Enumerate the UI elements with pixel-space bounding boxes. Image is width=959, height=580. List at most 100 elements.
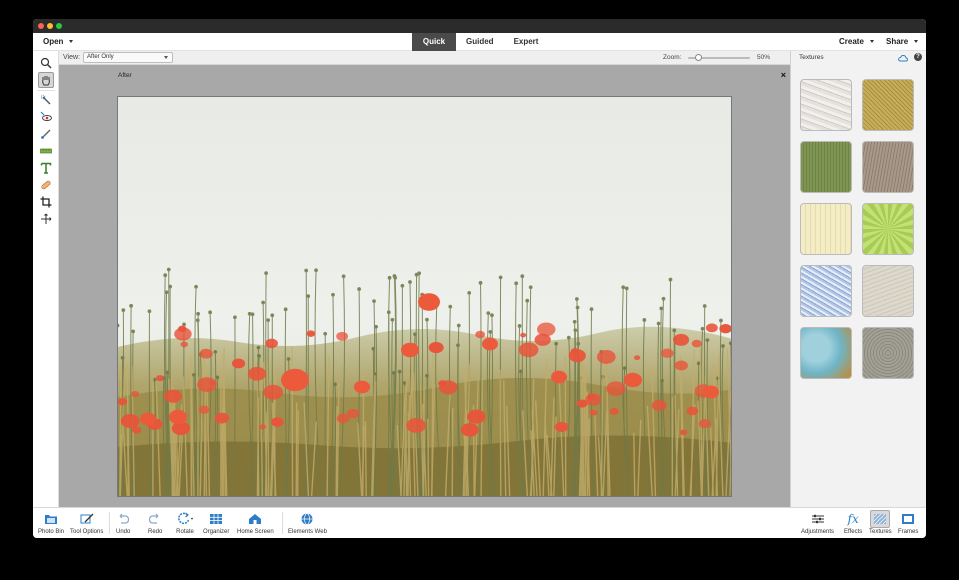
tool-options-button[interactable]: Tool Options xyxy=(70,510,103,535)
create-menu[interactable]: Create xyxy=(839,37,874,46)
zoom-slider-thumb[interactable] xyxy=(694,54,702,61)
bud xyxy=(659,306,664,311)
zoom-window-button[interactable] xyxy=(56,23,62,29)
red-eye-tool[interactable] xyxy=(38,109,54,125)
poppy xyxy=(589,409,598,416)
bud xyxy=(120,355,125,360)
bud xyxy=(456,343,460,348)
tab-quick[interactable]: Quick xyxy=(412,33,456,51)
poppy xyxy=(199,348,213,359)
bud xyxy=(264,271,269,276)
bud xyxy=(705,338,710,343)
frames-button[interactable]: Frames xyxy=(898,510,918,535)
open-menu[interactable]: Open xyxy=(43,37,74,46)
organizer-button[interactable]: Organizer xyxy=(203,510,229,535)
mode-tabs: Quick Guided Expert xyxy=(412,33,548,51)
poppy xyxy=(606,381,626,396)
tab-guided[interactable]: Guided xyxy=(456,33,504,51)
stem xyxy=(387,312,390,496)
bud xyxy=(304,268,309,273)
poppy xyxy=(686,406,699,416)
texture-thumb-gold-weave[interactable] xyxy=(862,79,914,131)
bud xyxy=(131,329,136,334)
bud xyxy=(387,275,392,280)
elements-web-button[interactable]: Elements Web xyxy=(288,510,327,535)
straighten-tool[interactable] xyxy=(38,143,54,159)
close-icon[interactable]: × xyxy=(781,70,786,80)
zoom-value: 50% xyxy=(757,54,771,61)
cloud-icon[interactable] xyxy=(898,54,908,62)
bud xyxy=(286,357,291,361)
poppy xyxy=(406,418,426,433)
texture-thumb-green-burst[interactable] xyxy=(862,203,914,255)
undo-icon xyxy=(119,513,130,524)
tool-options-icon xyxy=(80,513,94,524)
poppy xyxy=(336,413,350,424)
globe-icon xyxy=(301,513,313,525)
redo-button[interactable]: Redo xyxy=(148,510,162,535)
bud xyxy=(425,373,429,378)
tool-divider xyxy=(37,90,55,91)
bud xyxy=(196,311,200,316)
minimize-window-button[interactable] xyxy=(47,23,53,29)
crop-tool[interactable] xyxy=(38,194,54,210)
poppy xyxy=(247,366,267,381)
texture-thumb-beige-paper[interactable] xyxy=(862,265,914,317)
canvas-area: After × xyxy=(59,65,790,507)
poppy xyxy=(633,355,641,361)
bud xyxy=(656,321,661,326)
zoom-tool[interactable] xyxy=(38,55,54,71)
poppy xyxy=(691,339,702,348)
help-icon[interactable]: ? xyxy=(914,53,922,61)
rotate-button[interactable]: Rotate xyxy=(176,510,194,535)
bud xyxy=(528,285,533,290)
bud xyxy=(573,328,578,333)
texture-thumb-teal-grunge[interactable] xyxy=(800,327,852,379)
bottom-divider xyxy=(109,512,110,534)
wheat-stalk xyxy=(499,369,502,496)
close-window-button[interactable] xyxy=(38,23,44,29)
bud xyxy=(390,317,395,322)
texture-thumb-cream-stripes[interactable] xyxy=(800,203,852,255)
texture-thumb-brown-fabric[interactable] xyxy=(862,141,914,193)
poppy xyxy=(460,423,479,437)
redo-icon xyxy=(149,513,159,524)
bud xyxy=(166,267,171,272)
poppy xyxy=(609,407,619,415)
poppy xyxy=(271,417,284,427)
view-select[interactable]: After Only xyxy=(83,52,173,63)
texture-thumb-cracked-paint[interactable] xyxy=(800,79,852,131)
poppy xyxy=(673,333,690,346)
bud xyxy=(624,286,629,291)
tools-panel xyxy=(33,51,59,507)
adjustments-button[interactable]: Adjustments xyxy=(801,510,834,535)
bud xyxy=(700,326,705,331)
poppy xyxy=(265,338,278,349)
texture-thumb-silver-metal[interactable] xyxy=(862,327,914,379)
adjustments-icon xyxy=(811,514,824,524)
bud xyxy=(323,331,328,336)
undo-button[interactable]: Undo xyxy=(116,510,130,535)
photo-bin-button[interactable]: Photo Bin xyxy=(38,510,64,535)
chevron-down-icon xyxy=(914,40,919,44)
poppy-field-image xyxy=(118,97,731,496)
wheat-stalk xyxy=(633,432,636,496)
type-tool[interactable] xyxy=(38,160,54,176)
textures-button[interactable]: Textures xyxy=(869,510,892,535)
hand-tool[interactable] xyxy=(38,72,54,88)
move-tool[interactable] xyxy=(38,211,54,227)
home-screen-button[interactable]: Home Screen xyxy=(237,510,274,535)
texture-thumb-blue-marble[interactable] xyxy=(800,265,852,317)
tab-expert[interactable]: Expert xyxy=(504,33,549,51)
photo-poppy-field[interactable] xyxy=(117,96,732,497)
poppy xyxy=(719,324,731,334)
effects-button[interactable]: fx Effects xyxy=(844,510,862,535)
poppy xyxy=(570,347,579,355)
texture-thumb-green-canvas[interactable] xyxy=(800,141,852,193)
quick-selection-tool[interactable] xyxy=(38,92,54,108)
bud xyxy=(129,303,134,308)
whiten-teeth-tool[interactable] xyxy=(38,126,54,142)
spot-healing-tool[interactable] xyxy=(38,177,54,193)
share-menu[interactable]: Share xyxy=(886,37,919,46)
type-icon xyxy=(40,162,52,174)
